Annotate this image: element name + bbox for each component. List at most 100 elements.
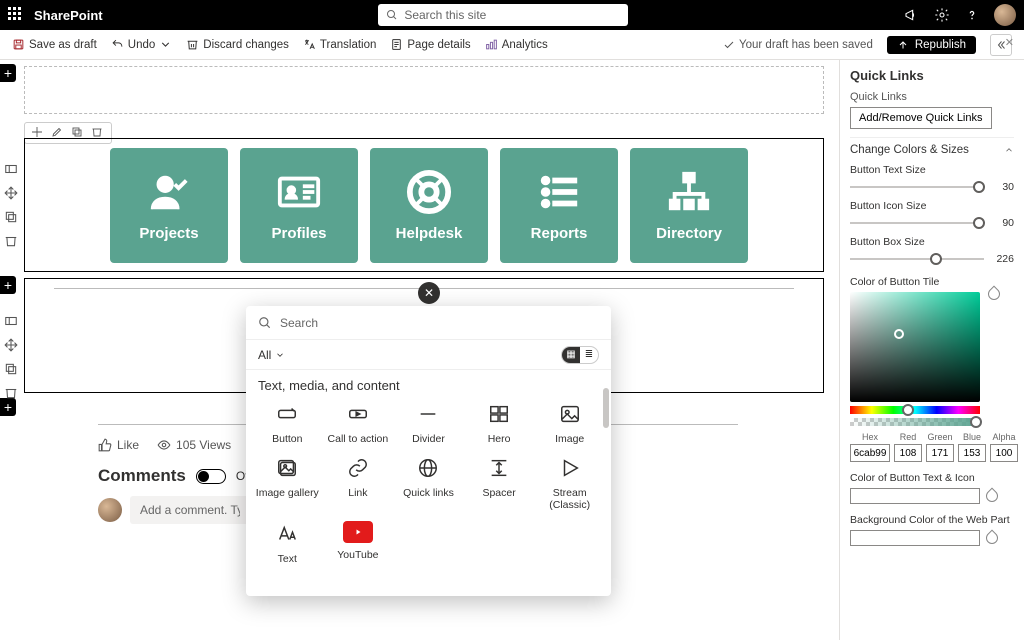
pane-title: Quick Links <box>850 68 1014 83</box>
webpart-divider[interactable]: Divider <box>393 401 464 445</box>
webpart-call-to-action[interactable]: Call to action <box>323 401 394 445</box>
webpart-image-gallery[interactable]: Image gallery <box>252 455 323 511</box>
chevron-down-icon <box>275 350 285 360</box>
analytics-icon <box>485 38 498 51</box>
copy-icon[interactable] <box>2 360 20 378</box>
picker-scrollbar[interactable] <box>603 388 609 428</box>
undo-button[interactable]: Undo <box>111 38 173 51</box>
list-icon <box>536 169 582 215</box>
tile-directory[interactable]: Directory <box>630 148 748 263</box>
delete-icon[interactable] <box>2 232 20 250</box>
delete-icon[interactable] <box>2 384 20 402</box>
editing-canvas: + + + Projects <box>0 60 839 640</box>
move-icon[interactable] <box>2 184 20 202</box>
page-icon <box>390 38 403 51</box>
red-input[interactable] <box>894 444 922 462</box>
search-icon <box>258 316 272 330</box>
webpart-image[interactable]: Image <box>534 401 605 445</box>
suite-header: SharePoint Search this site <box>0 0 1024 30</box>
org-chart-icon <box>666 169 712 215</box>
add-remove-links-button[interactable]: Add/Remove Quick Links <box>850 107 992 129</box>
discard-button[interactable]: Discard changes <box>186 38 289 51</box>
color-hue-slider[interactable] <box>850 406 980 414</box>
gear-icon[interactable] <box>934 7 950 23</box>
webpart-hero[interactable]: Hero <box>464 401 535 445</box>
user-avatar[interactable] <box>994 4 1016 26</box>
search-placeholder: Search this site <box>404 8 486 22</box>
section-side-tools <box>2 312 22 402</box>
green-input[interactable] <box>926 444 954 462</box>
eyedropper-icon[interactable] <box>984 488 1001 505</box>
id-card-icon <box>276 169 322 215</box>
page-details-button[interactable]: Page details <box>390 38 470 51</box>
webpart-stream[interactable]: Stream (Classic) <box>534 455 605 511</box>
comments-toggle[interactable] <box>196 469 226 484</box>
webpart-youtube[interactable]: YouTube <box>323 521 394 565</box>
person-check-icon <box>146 169 192 215</box>
help-icon[interactable] <box>964 7 980 23</box>
section-side-tools <box>2 160 22 250</box>
save-icon <box>12 38 25 51</box>
list-view-icon[interactable]: ≣ <box>580 347 598 363</box>
webpart-link[interactable]: Link <box>323 455 394 511</box>
eyedropper-icon[interactable] <box>986 286 1003 303</box>
color-alpha-slider[interactable] <box>850 418 980 426</box>
thumbs-up-icon <box>98 438 112 452</box>
page-footer: Like 105 Views Comments Off Add a commen… <box>98 438 252 524</box>
save-draft-button[interactable]: Save as draft <box>12 38 97 51</box>
tile-projects[interactable]: Projects <box>110 148 228 263</box>
grid-view-icon[interactable]: ▦ <box>562 347 580 363</box>
tile-profiles[interactable]: Profiles <box>240 148 358 263</box>
tile-reports[interactable]: Reports <box>500 148 618 263</box>
webpart-button[interactable]: Button <box>252 401 323 445</box>
brand: SharePoint <box>34 8 103 23</box>
picker-filter[interactable]: All <box>258 348 285 362</box>
slider-text-size[interactable]: Button Text Size 30 <box>850 164 1014 194</box>
copy-icon[interactable] <box>2 208 20 226</box>
close-picker-button[interactable]: ✕ <box>418 282 440 304</box>
tile-helpdesk[interactable]: Helpdesk <box>370 148 488 263</box>
accordion-colors-sizes[interactable]: Change Colors & Sizes <box>850 137 1014 158</box>
add-section-button[interactable]: + <box>0 276 16 294</box>
publish-icon <box>897 39 909 51</box>
chevron-down-icon <box>159 38 172 51</box>
suite-search[interactable]: Search this site <box>378 4 628 26</box>
color-bg-label: Background Color of the Web Part <box>850 514 1014 526</box>
webpart-spacer[interactable]: Spacer <box>464 455 535 511</box>
like-button[interactable]: Like <box>98 438 139 452</box>
hex-input[interactable] <box>850 444 890 462</box>
add-section-button[interactable]: + <box>0 64 16 82</box>
view-toggle[interactable]: ▦ ≣ <box>561 346 599 364</box>
webpart-quick-links[interactable]: Quick links <box>393 455 464 511</box>
properties-pane: ✕ Quick Links Quick Links Add/Remove Qui… <box>839 60 1024 640</box>
picker-search[interactable]: Search <box>246 306 611 340</box>
slider-icon-size[interactable]: Button Icon Size 90 <box>850 200 1014 230</box>
trash-icon <box>186 38 199 51</box>
chevron-up-icon <box>1004 145 1014 155</box>
section-placeholder[interactable] <box>24 66 824 114</box>
analytics-button[interactable]: Analytics <box>485 38 548 51</box>
swatch-bg[interactable] <box>850 530 980 546</box>
comments-heading: Comments <box>98 466 186 486</box>
app-launcher-icon[interactable] <box>8 7 24 23</box>
translation-button[interactable]: Translation <box>303 38 376 51</box>
comment-input[interactable]: Add a comment. Type @ to mention someone… <box>130 496 250 524</box>
command-bar: Save as draft Undo Discard changes Trans… <box>0 30 1024 60</box>
quicklinks-tiles: Projects Profiles Helpdesk Reports Direc… <box>110 148 748 263</box>
check-icon <box>723 39 735 51</box>
webpart-text[interactable]: Text <box>252 521 323 565</box>
alpha-input[interactable] <box>990 444 1018 462</box>
blue-input[interactable] <box>958 444 986 462</box>
edit-layout-icon[interactable] <box>2 160 20 178</box>
translate-icon <box>303 38 316 51</box>
color-satval-picker[interactable] <box>850 292 980 402</box>
slider-box-size[interactable]: Button Box Size 226 <box>850 236 1014 266</box>
edit-layout-icon[interactable] <box>2 312 20 330</box>
eye-icon <box>157 438 171 452</box>
eyedropper-icon[interactable] <box>984 530 1001 547</box>
megaphone-icon[interactable] <box>904 7 920 23</box>
move-icon[interactable] <box>2 336 20 354</box>
swatch-texticon[interactable] <box>850 488 980 504</box>
life-ring-icon <box>406 169 452 215</box>
republish-button[interactable]: Republish <box>887 36 976 54</box>
